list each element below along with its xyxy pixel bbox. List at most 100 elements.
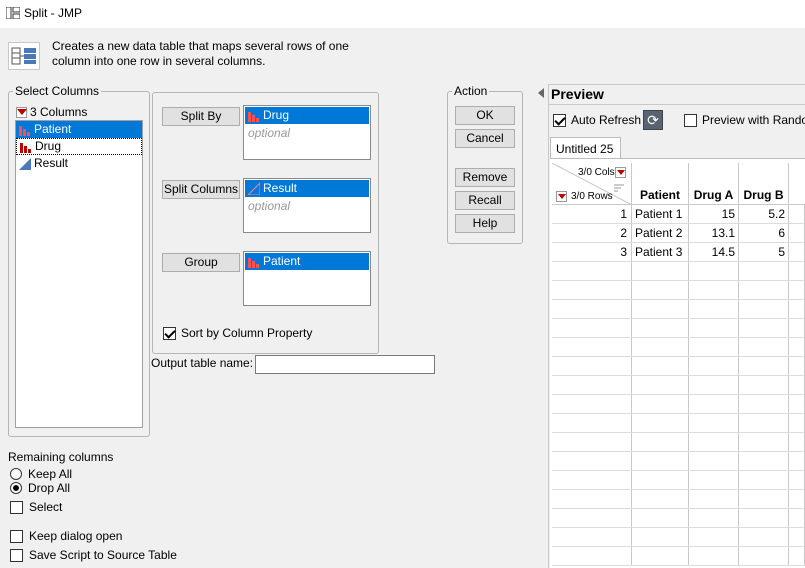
table-cell[interactable] <box>689 452 739 470</box>
table-cell[interactable] <box>739 547 789 565</box>
table-cell[interactable] <box>689 281 739 299</box>
collapse-triangle-icon[interactable] <box>538 88 544 98</box>
keep-all-radio[interactable] <box>10 468 22 480</box>
help-button[interactable]: Help <box>455 214 515 233</box>
sort-by-column-property-checkbox[interactable] <box>163 327 176 340</box>
cols-menu-icon[interactable] <box>615 167 626 178</box>
table-cell[interactable] <box>739 395 789 413</box>
refresh-icon[interactable]: ⟳ <box>643 110 663 130</box>
table-cell[interactable] <box>689 300 739 318</box>
header-drug-b[interactable]: Drug B <box>739 163 789 205</box>
table-cell[interactable] <box>739 357 789 375</box>
table-cell[interactable] <box>789 338 805 356</box>
table-cell[interactable] <box>689 433 739 451</box>
table-cell[interactable] <box>689 338 739 356</box>
table-cell[interactable] <box>689 509 739 527</box>
table-cell[interactable] <box>789 357 805 375</box>
table-cell[interactable] <box>689 376 739 394</box>
table-cell[interactable] <box>739 433 789 451</box>
rows-menu-icon[interactable] <box>556 191 567 202</box>
table-cell[interactable] <box>632 490 689 508</box>
table-cell[interactable] <box>739 452 789 470</box>
group-role-box[interactable]: Patient <box>243 251 371 306</box>
table-cell[interactable] <box>739 528 789 546</box>
table-cell[interactable] <box>789 243 805 261</box>
table-cell[interactable] <box>789 509 805 527</box>
split-columns-button[interactable]: Split Columns <box>162 180 240 199</box>
header-patient[interactable]: Patient <box>632 163 689 205</box>
table-cell[interactable] <box>689 262 739 280</box>
table-cell[interactable]: 5 <box>739 243 789 261</box>
table-cell[interactable] <box>789 547 805 565</box>
table-cell[interactable]: 6 <box>739 224 789 242</box>
table-cell[interactable] <box>632 338 689 356</box>
table-cell[interactable] <box>632 319 689 337</box>
table-cell[interactable] <box>632 433 689 451</box>
table-cell[interactable] <box>632 300 689 318</box>
columns-listbox[interactable]: Patient Drug Result <box>15 120 143 428</box>
table-cell[interactable] <box>632 357 689 375</box>
table-cell[interactable]: 14.5 <box>689 243 739 261</box>
table-cell[interactable] <box>789 395 805 413</box>
table-cell[interactable] <box>789 528 805 546</box>
table-cell[interactable] <box>632 376 689 394</box>
table-cell[interactable] <box>739 281 789 299</box>
preview-random-checkbox[interactable] <box>684 114 697 127</box>
table-cell[interactable] <box>689 357 739 375</box>
column-item-drug[interactable]: Drug <box>16 138 142 155</box>
table-cell[interactable] <box>632 395 689 413</box>
split-by-button[interactable]: Split By <box>162 107 240 126</box>
red-triangle-menu-icon[interactable] <box>16 106 27 118</box>
cancel-button[interactable]: Cancel <box>455 129 515 148</box>
group-button[interactable]: Group <box>162 253 240 272</box>
table-cell[interactable] <box>739 338 789 356</box>
column-item-patient[interactable]: Patient <box>16 121 142 138</box>
split-columns-role-box[interactable]: Result optional <box>243 178 371 233</box>
save-script-checkbox[interactable] <box>10 549 23 562</box>
drop-all-radio[interactable] <box>10 482 22 494</box>
table-cell[interactable] <box>789 376 805 394</box>
auto-refresh-checkbox[interactable] <box>553 114 566 127</box>
table-cell[interactable] <box>689 395 739 413</box>
table-cell[interactable] <box>739 509 789 527</box>
table-cell[interactable] <box>739 319 789 337</box>
table-cell[interactable] <box>689 547 739 565</box>
table-cell[interactable] <box>632 262 689 280</box>
table-cell[interactable] <box>789 433 805 451</box>
table-cell[interactable] <box>789 281 805 299</box>
table-cell[interactable] <box>789 452 805 470</box>
table-cell[interactable] <box>739 376 789 394</box>
split-by-value[interactable]: Drug <box>245 107 369 124</box>
table-cell[interactable] <box>789 319 805 337</box>
remove-button[interactable]: Remove <box>455 168 515 187</box>
table-cell[interactable] <box>632 471 689 489</box>
columns-count-row[interactable]: 3 Columns <box>16 105 87 119</box>
table-cell[interactable]: Patient 2 <box>632 224 689 242</box>
table-cell[interactable] <box>739 490 789 508</box>
table-cell[interactable] <box>739 262 789 280</box>
table-cell[interactable] <box>689 414 739 432</box>
table-cell[interactable] <box>689 471 739 489</box>
table-cell[interactable] <box>789 300 805 318</box>
table-cell[interactable] <box>739 471 789 489</box>
output-table-input[interactable] <box>255 355 435 374</box>
table-cell[interactable] <box>739 414 789 432</box>
split-columns-value[interactable]: Result <box>245 180 369 197</box>
table-cell[interactable] <box>632 547 689 565</box>
table-cell[interactable] <box>632 528 689 546</box>
table-cell[interactable] <box>789 224 805 242</box>
table-cell[interactable] <box>789 414 805 432</box>
table-cell[interactable] <box>632 281 689 299</box>
table-cell[interactable] <box>632 509 689 527</box>
table-cell[interactable] <box>739 300 789 318</box>
table-cell[interactable] <box>689 319 739 337</box>
table-cell[interactable]: 5.2 <box>739 205 789 223</box>
table-cell[interactable]: Patient 3 <box>632 243 689 261</box>
table-cell[interactable]: Patient 1 <box>632 205 689 223</box>
table-cell[interactable] <box>789 262 805 280</box>
table-cell[interactable] <box>689 490 739 508</box>
group-value[interactable]: Patient <box>245 253 369 270</box>
tab-untitled[interactable]: Untitled 25 <box>550 137 621 159</box>
table-cell[interactable] <box>789 490 805 508</box>
table-cell[interactable] <box>689 528 739 546</box>
